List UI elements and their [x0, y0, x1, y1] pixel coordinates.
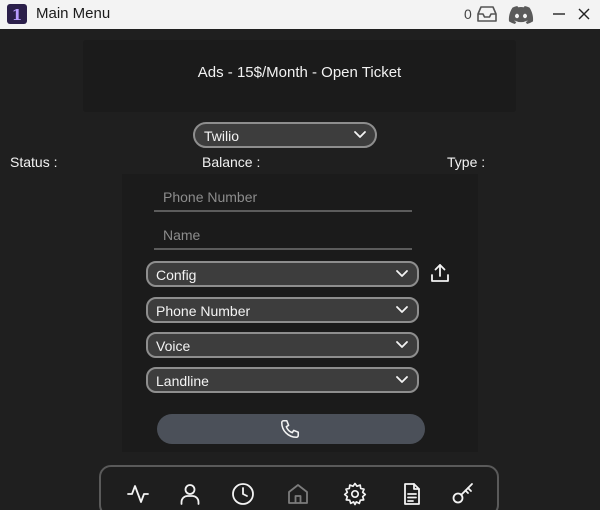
close-button[interactable]: [576, 6, 592, 22]
line-type-dropdown[interactable]: Landline: [146, 367, 419, 393]
phone-number-dropdown[interactable]: Phone Number: [146, 297, 419, 323]
svg-text:1: 1: [12, 6, 22, 24]
clock-icon[interactable]: [231, 482, 255, 506]
call-button[interactable]: [157, 414, 425, 444]
phone-number-dropdown-value: Phone Number: [156, 303, 251, 319]
chevron-down-icon: [396, 270, 408, 277]
name-field[interactable]: Name: [154, 222, 412, 250]
document-icon[interactable]: [400, 482, 424, 506]
config-dropdown-value: Config: [156, 267, 197, 283]
voice-dropdown-value: Voice: [156, 338, 191, 354]
type-label: Type :: [447, 154, 486, 170]
chevron-down-icon: [396, 376, 408, 383]
app-logo-icon: 1: [7, 4, 27, 24]
inbox-icon[interactable]: [475, 4, 499, 24]
user-icon[interactable]: [178, 482, 202, 506]
activity-icon[interactable]: [126, 482, 150, 506]
phone-number-field[interactable]: Phone Number: [154, 184, 412, 212]
upload-icon[interactable]: [430, 263, 450, 283]
home-icon[interactable]: [286, 482, 310, 506]
title-bar: 1 Main Menu 0: [0, 0, 600, 29]
bottom-nav: [99, 465, 499, 510]
window-title: Main Menu: [36, 5, 111, 22]
chevron-down-icon: [354, 131, 366, 138]
voice-dropdown[interactable]: Voice: [146, 332, 419, 358]
key-icon[interactable]: [451, 482, 475, 506]
phone-icon: [280, 419, 300, 439]
provider-value: Twilio: [204, 128, 240, 144]
ad-text: Ads - 15$/Month - Open Ticket: [197, 64, 402, 81]
ad-banner[interactable]: Ads - 15$/Month - Open Ticket: [83, 40, 516, 112]
provider-select[interactable]: Twilio: [193, 122, 377, 148]
line-type-dropdown-value: Landline: [156, 373, 209, 389]
minimize-button[interactable]: [551, 6, 567, 22]
chevron-down-icon: [396, 341, 408, 348]
config-dropdown[interactable]: Config: [146, 261, 419, 287]
chevron-down-icon: [396, 306, 408, 313]
balance-label: Balance :: [202, 154, 261, 170]
gear-icon[interactable]: [343, 482, 367, 506]
inbox-count: 0: [464, 6, 472, 22]
name-placeholder: Name: [163, 227, 201, 243]
discord-icon[interactable]: [508, 5, 534, 24]
status-label: Status :: [10, 154, 58, 170]
phone-number-placeholder: Phone Number: [163, 189, 258, 205]
